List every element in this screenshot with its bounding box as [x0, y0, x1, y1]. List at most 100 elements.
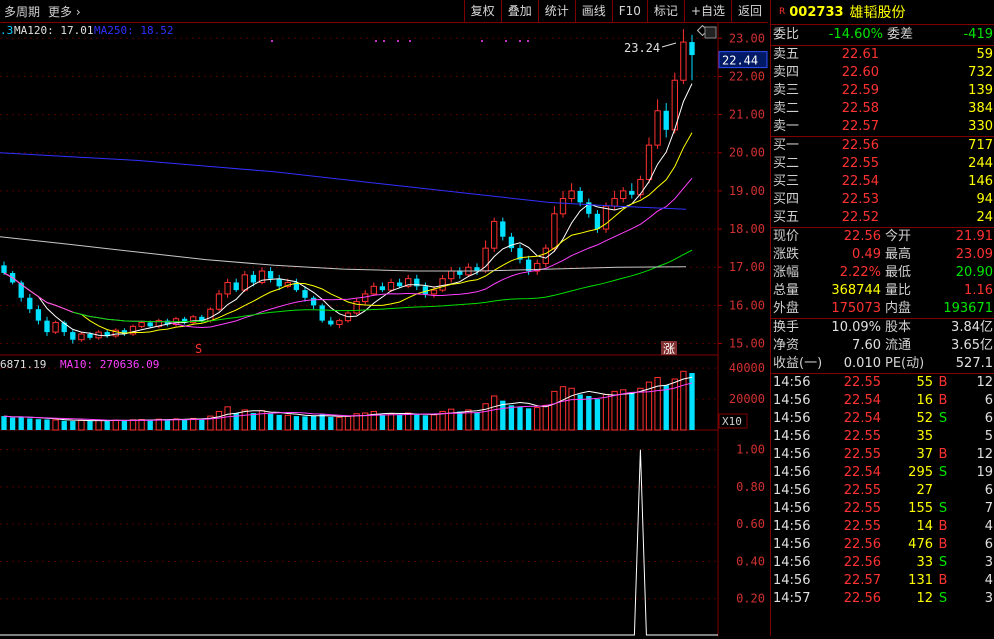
- volume-bar: [250, 413, 257, 430]
- volume-bar: [164, 419, 171, 430]
- volume-bar: [482, 403, 489, 431]
- tick-list[interactable]: 14:56 22.55 55 B 12 14:56 22.54 16 B 6 14:56 22.54 5…: [771, 374, 994, 608]
- volume-bar: [344, 415, 352, 431]
- vol-tick-label: 40000: [729, 361, 765, 375]
- candle-body: [215, 293, 223, 310]
- current-price-label: 22.44: [722, 54, 758, 68]
- candle-body: [224, 281, 231, 295]
- ma10-line: [3, 132, 693, 334]
- marker-dot: [527, 40, 529, 42]
- more-menu[interactable]: 更多 ›: [48, 3, 81, 20]
- tick-row: 14:56 22.56 476 B 6: [773, 537, 993, 552]
- volume-bar: [379, 414, 386, 430]
- price-tick-label: 17.00: [729, 260, 765, 274]
- marker-s: S: [195, 342, 202, 356]
- volume-bar: [559, 386, 567, 431]
- candle-body: [70, 332, 76, 340]
- marker-dot: [505, 40, 507, 42]
- volume-bar: [35, 419, 42, 430]
- toolbar-button-4[interactable]: F10: [611, 0, 647, 22]
- toolbar-button-7[interactable]: 返回: [730, 0, 768, 22]
- marker-dot: [375, 40, 377, 42]
- volume-bar: [276, 414, 282, 430]
- volume-bar: [568, 387, 575, 431]
- candle-body: [491, 220, 498, 249]
- toolbar-button-2[interactable]: 统计: [537, 0, 575, 22]
- candle-body: [379, 286, 386, 291]
- stat-row-2: 涨幅 2.22% 最低 20.90: [773, 265, 993, 280]
- kline-chart-area[interactable]: 23.00 22.00 21.00 20.00 19.00 18.00 17.00 16.00…: [0, 23, 768, 636]
- volume-bar: [147, 419, 153, 430]
- volume-bar: [199, 418, 205, 430]
- bid-level-4: 买四 22.53 94: [773, 192, 993, 207]
- fund-row-2: 收益(一) 0.010 PE(动) 527.1: [773, 356, 993, 371]
- volume-bar: [44, 419, 50, 430]
- price-tick-label: 19.00: [729, 184, 765, 198]
- volume-bar: [517, 406, 523, 430]
- toolbar-button-5[interactable]: 标记: [646, 0, 684, 22]
- candle-body: [35, 309, 42, 321]
- toolbar-button-6[interactable]: +自选: [683, 0, 731, 22]
- candle-body: [629, 190, 635, 195]
- candle-body: [207, 308, 214, 322]
- toolbar-button-0[interactable]: 复权: [463, 0, 501, 22]
- ask-level-5: 卖一 22.57 330: [773, 119, 993, 134]
- volume-bar: [525, 408, 532, 430]
- period-selector[interactable]: 多周期: [4, 3, 40, 20]
- vol-unit-label: X10: [722, 415, 742, 428]
- candle-body: [61, 322, 67, 333]
- high-price-label: 23.24: [624, 41, 660, 55]
- candle-body: [551, 213, 558, 249]
- marker-dot: [481, 40, 483, 42]
- volume-bar: [190, 417, 197, 431]
- candle-body: [387, 281, 395, 291]
- candle-body: [559, 198, 567, 215]
- volume-bar: [138, 418, 145, 431]
- price-tick-label: 15.00: [729, 337, 765, 351]
- vol-tick-label: 20000: [729, 392, 765, 406]
- volume-bar: [430, 414, 438, 431]
- ask-level-4: 卖二 22.58 384: [773, 101, 993, 116]
- candle-body: [654, 110, 661, 146]
- volume-bar: [508, 405, 515, 430]
- ma-legend-1: MA120: 17.01: [14, 24, 93, 37]
- candle-body: [370, 285, 377, 295]
- toolbar-button-1[interactable]: 叠加: [500, 0, 538, 22]
- fund-row-0: 换手 10.09% 股本 3.84亿: [773, 320, 993, 335]
- candle-body: [336, 320, 343, 325]
- volume-bar: [224, 406, 231, 431]
- candle-body: [645, 144, 653, 180]
- candle-body: [448, 270, 455, 280]
- toolbar-button-3[interactable]: 画线: [574, 0, 612, 22]
- volume-bar: [121, 420, 128, 430]
- candle-body: [430, 289, 438, 295]
- candle-body: [620, 190, 627, 200]
- stock-name: 雄韬股份: [849, 5, 906, 21]
- volume-bar: [155, 418, 162, 431]
- kline-chart[interactable]: 23.00 22.00 21.00 20.00 19.00 18.00 17.00 16.00…: [0, 23, 768, 636]
- candle-body: [302, 290, 308, 298]
- candle-body: [138, 322, 145, 327]
- price-tick-label: 16.00: [729, 298, 765, 312]
- bid-level-3: 买三 22.54 146: [773, 174, 993, 189]
- candle-body: [233, 282, 239, 291]
- volume-bar: [663, 385, 669, 430]
- volume-bar: [1, 416, 7, 430]
- volume-bar: [594, 399, 601, 430]
- bid-level-2: 买二 22.55 244: [773, 156, 993, 171]
- volume-bar: [491, 395, 498, 431]
- volume-bar: [534, 407, 541, 431]
- volume-bar: [172, 418, 180, 431]
- volume-bar: [414, 414, 420, 430]
- quote-panel: R 002733 雄韬股份 委比 -14.60% 委差 -419 卖五 22.61…: [770, 0, 994, 636]
- tick-row: 14:56 22.55 37 B 12: [773, 447, 993, 462]
- volume-bar: [181, 419, 188, 430]
- ask-level-1: 卖五 22.61 59: [773, 47, 993, 62]
- order-ratio-row: 委比 -14.60% 委差 -419: [771, 25, 994, 46]
- stock-header: R 002733 雄韬股份: [771, 0, 994, 25]
- indicator-tick-label: 0.20: [736, 592, 765, 606]
- ma-legend-0: .3: [0, 24, 13, 37]
- chevron-right-icon: ›: [75, 4, 81, 19]
- volume-bar: [215, 410, 223, 431]
- marker-dot: [409, 40, 411, 42]
